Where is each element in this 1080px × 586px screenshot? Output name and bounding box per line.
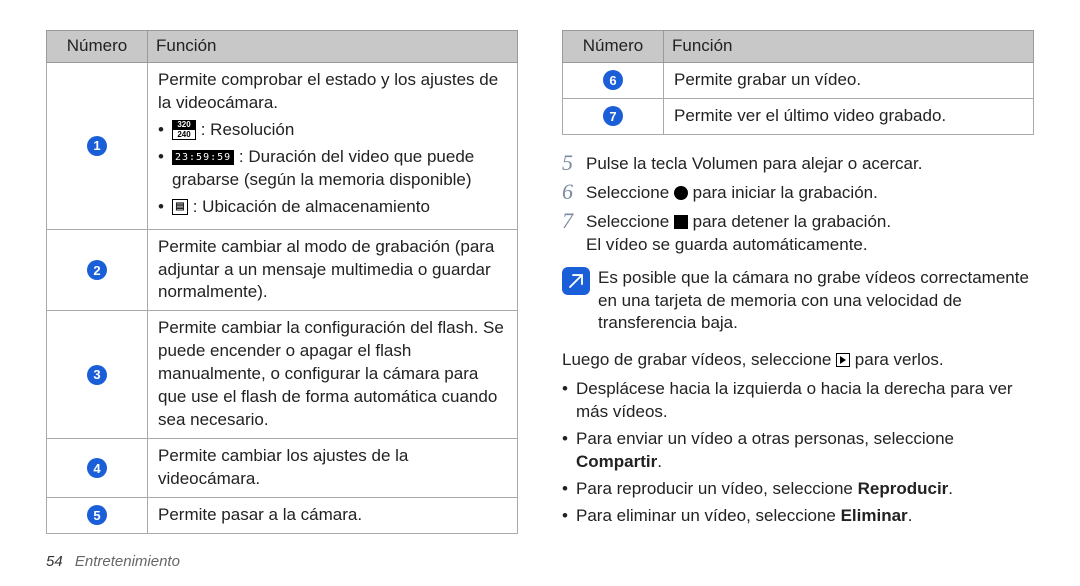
list-item: Desplácese hacia la izquierda o hacia la… [562, 378, 1034, 424]
list-item: Para enviar un vídeo a otras personas, s… [562, 428, 1034, 474]
col-header-func: Función [148, 31, 518, 63]
list-item: ▤ : Ubicación de almacenamiento [158, 196, 507, 219]
section-title: Entretenimiento [75, 553, 180, 570]
table-row: 1 Permite comprobar el estado y los ajus… [47, 62, 518, 229]
step-number: 7 [562, 209, 586, 233]
row-number-icon: 6 [603, 70, 623, 90]
list-item-text: : Ubicación de almacenamiento [188, 197, 430, 216]
step: 6 Seleccione para iniciar la grabación. [562, 180, 1034, 205]
storage-icon: ▤ [172, 199, 188, 215]
col-header-num: Número [563, 31, 664, 63]
row-number-icon: 1 [87, 136, 107, 156]
list-item-text: : Resolución [196, 120, 294, 139]
page: Número Función 1 Permite comprobar el es… [0, 0, 1080, 544]
left-column: Número Función 1 Permite comprobar el es… [46, 30, 518, 534]
right-table: Número Función 6 Permite grabar un vídeo… [562, 30, 1034, 135]
list-item: Para reproducir un vídeo, seleccione Rep… [562, 478, 1034, 501]
table-row: 7 Permite ver el último video grabado. [563, 98, 1034, 134]
duration-icon: 23:59:59 [172, 150, 234, 166]
step-number: 6 [562, 180, 586, 204]
list-item: 320 240 : Resolución [158, 119, 507, 142]
table-row: 5 Permite pasar a la cámara. [47, 497, 518, 533]
left-table: Número Función 1 Permite comprobar el es… [46, 30, 518, 534]
col-header-func: Función [664, 31, 1034, 63]
row-text: Permite pasar a la cámara. [148, 497, 518, 533]
row-text: Permite ver el último video grabado. [664, 98, 1034, 134]
note-icon [562, 267, 590, 295]
row-number-icon: 3 [87, 365, 107, 385]
col-header-num: Número [47, 31, 148, 63]
note-text: Es posible que la cámara no grabe vídeos… [598, 267, 1034, 336]
post-note-list: Desplácese hacia la izquierda o hacia la… [562, 378, 1034, 528]
step-body: Seleccione para iniciar la grabación. [586, 180, 1034, 205]
table-row: 6 Permite grabar un vídeo. [563, 62, 1034, 98]
steps-list: 5 Pulse la tecla Volumen para alejar o a… [562, 151, 1034, 257]
post-note-lead: Luego de grabar vídeos, seleccione para … [562, 349, 1034, 372]
right-column: Número Función 6 Permite grabar un vídeo… [562, 30, 1034, 534]
table-row: 2 Permite cambiar al modo de grabación (… [47, 229, 518, 311]
row-sublist: 320 240 : Resolución 23:59:59 : Duración… [158, 119, 507, 219]
step-body: Pulse la tecla Volumen para alejar o ace… [586, 151, 1034, 176]
step-number: 5 [562, 151, 586, 175]
row-number-icon: 2 [87, 260, 107, 280]
record-icon [674, 186, 688, 200]
table-row: 3 Permite cambiar la configuración del f… [47, 311, 518, 439]
row-intro: Permite comprobar el estado y los ajuste… [158, 69, 507, 115]
list-item: 23:59:59 : Duración del video que puede … [158, 146, 507, 192]
note: Es posible que la cámara no grabe vídeos… [562, 267, 1034, 336]
row-text: Permite cambiar los ajustes de la videoc… [148, 439, 518, 498]
row-number-icon: 4 [87, 458, 107, 478]
stop-icon [674, 215, 688, 229]
step: 7 Seleccione para detener la grabación. … [562, 209, 1034, 257]
table-row: 4 Permite cambiar los ajustes de la vide… [47, 439, 518, 498]
page-number: 54 [46, 553, 63, 570]
play-icon [836, 353, 850, 367]
post-note: Luego de grabar vídeos, seleccione para … [562, 349, 1034, 528]
row-number-icon: 5 [87, 505, 107, 525]
row-text: Permite cambiar al modo de grabación (pa… [148, 229, 518, 311]
row-number-icon: 7 [603, 106, 623, 126]
resolution-icon: 320 240 [172, 120, 196, 140]
row-text: Permite cambiar la configuración del fla… [148, 311, 518, 439]
row-text: Permite grabar un vídeo. [664, 62, 1034, 98]
page-footer: 54 Entretenimiento [46, 552, 180, 572]
step: 5 Pulse la tecla Volumen para alejar o a… [562, 151, 1034, 176]
step-body: Seleccione para detener la grabación. El… [586, 209, 1034, 257]
list-item: Para eliminar un vídeo, seleccione Elimi… [562, 505, 1034, 528]
